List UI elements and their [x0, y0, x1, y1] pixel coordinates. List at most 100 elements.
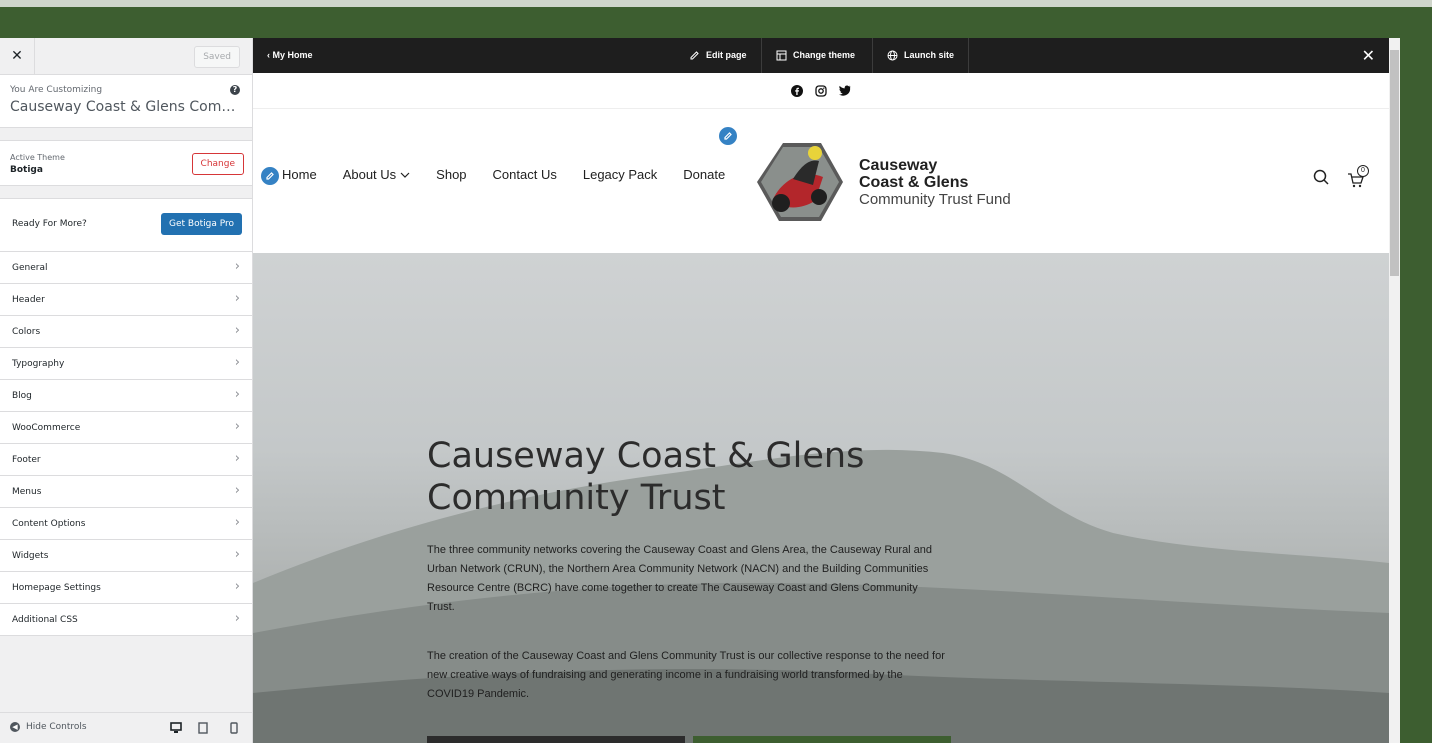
nav-home[interactable]: Home — [282, 167, 317, 182]
hero-primary-button[interactable] — [427, 736, 685, 743]
nav-about-us-label: About Us — [342, 167, 397, 182]
hero-title: Causeway Coast & Glens Community Trust — [427, 435, 864, 519]
section-typography[interactable]: Typography › — [0, 348, 252, 380]
section-label: Blog — [12, 391, 32, 401]
tablet-preview-icon[interactable] — [197, 721, 209, 735]
twitter-icon[interactable] — [839, 85, 851, 96]
chevron-right-icon: › — [234, 259, 240, 274]
chevron-right-icon: › — [234, 387, 240, 402]
section-content-options[interactable]: Content Options › — [0, 508, 252, 540]
site-header: Home About Us Shop Contact Us Legacy Pac… — [253, 109, 1389, 254]
launch-site-button[interactable]: Launch site — [872, 38, 970, 73]
preview-scrollbar[interactable] — [1389, 38, 1400, 743]
section-label: Homepage Settings — [12, 583, 101, 593]
active-theme-panel: Active Theme Botiga Change — [0, 140, 252, 186]
section-label: Menus — [12, 487, 42, 497]
globe-icon — [887, 50, 898, 61]
hero-section: Causeway Coast & Glens Community Trust T… — [253, 253, 1389, 743]
edit-page-button[interactable]: Edit page — [675, 38, 761, 73]
hide-controls-button[interactable]: ◀ Hide Controls — [10, 722, 87, 732]
sidebar-footer: ◀ Hide Controls — [0, 712, 252, 743]
desktop-preview-icon[interactable] — [170, 721, 182, 735]
ready-label: Ready For More? — [12, 219, 87, 229]
collapse-arrow-icon: ◀ — [10, 722, 20, 732]
chevron-right-icon: › — [234, 451, 240, 466]
chevron-right-icon: › — [234, 611, 240, 626]
close-preview-icon[interactable]: ✕ — [1362, 46, 1375, 66]
chevron-right-icon: › — [234, 323, 240, 338]
search-icon[interactable] — [1313, 169, 1329, 185]
upgrade-panel: Ready For More? Get Botiga Pro — [0, 198, 252, 252]
section-label: General — [12, 263, 48, 273]
change-theme-toolbar-button[interactable]: Change theme — [761, 38, 869, 73]
hero-paragraph-1: The three community networks covering th… — [427, 544, 933, 613]
chevron-right-icon: › — [234, 355, 240, 370]
mobile-preview-icon[interactable] — [228, 721, 240, 735]
chevron-right-icon: › — [234, 483, 240, 498]
hero-secondary-button[interactable] — [693, 736, 951, 743]
cart-count-badge: 0 — [1357, 165, 1369, 177]
preview-toolbar: ‹ My Home Edit page Change theme Launch … — [253, 38, 1389, 73]
close-customizer-icon[interactable]: ✕ — [0, 38, 35, 74]
brand-line3: Community Trust Fund — [859, 191, 1011, 208]
section-homepage-settings[interactable]: Homepage Settings › — [0, 572, 252, 604]
section-header[interactable]: Header › — [0, 284, 252, 316]
chevron-right-icon: › — [234, 419, 240, 434]
site-preview: ‹ My Home Edit page Change theme Launch … — [253, 38, 1389, 743]
section-label: Colors — [12, 327, 41, 337]
facebook-icon[interactable] — [791, 84, 803, 97]
section-footer[interactable]: Footer › — [0, 444, 252, 476]
nav-shop[interactable]: Shop — [436, 167, 466, 182]
customizer-sidebar: ✕ Saved You Are Customizing ? Causeway C… — [0, 38, 253, 743]
main-navigation: Home About Us Shop Contact Us Legacy Pac… — [282, 167, 725, 182]
site-title: Causeway Coast & Glens Communit... — [10, 99, 242, 115]
help-icon[interactable]: ? — [230, 85, 240, 95]
saved-button[interactable]: Saved — [194, 46, 240, 68]
section-label: Footer — [12, 455, 41, 465]
instagram-icon[interactable] — [815, 84, 827, 97]
nav-about-us[interactable]: About Us — [343, 167, 410, 182]
sidebar-header: ✕ Saved — [0, 38, 252, 75]
section-label: Additional CSS — [12, 615, 78, 625]
chevron-right-icon: › — [234, 547, 240, 562]
chevron-right-icon: › — [234, 515, 240, 530]
section-blog[interactable]: Blog › — [0, 380, 252, 412]
site-brand[interactable]: Causeway Coast & Glens Community Trust F… — [859, 157, 1011, 208]
cart-button[interactable]: 0 — [1347, 165, 1369, 188]
site-logo[interactable] — [753, 139, 847, 225]
nav-legacy-pack[interactable]: Legacy Pack — [583, 167, 657, 182]
brand-line2: Coast & Glens — [859, 174, 969, 191]
layout-icon — [776, 50, 787, 61]
section-general[interactable]: General › — [0, 252, 252, 284]
nav-contact-us[interactable]: Contact Us — [493, 167, 557, 182]
chevron-right-icon: › — [234, 579, 240, 594]
get-pro-button[interactable]: Get Botiga Pro — [161, 213, 242, 235]
section-colors[interactable]: Colors › — [0, 316, 252, 348]
edit-logo-pencil-icon[interactable] — [717, 125, 739, 147]
customizing-info: You Are Customizing ? Causeway Coast & G… — [0, 75, 252, 128]
chevron-down-icon — [400, 172, 410, 178]
section-woocommerce[interactable]: WooCommerce › — [0, 412, 252, 444]
section-menus[interactable]: Menus › — [0, 476, 252, 508]
hero-title-line2: Community Trust — [427, 478, 726, 518]
edit-shortcut-pencil-icon[interactable] — [259, 165, 281, 187]
active-theme-label: Active Theme — [10, 153, 65, 162]
section-widgets[interactable]: Widgets › — [0, 540, 252, 572]
change-theme-button[interactable]: Change — [191, 153, 244, 175]
section-label: Content Options — [12, 519, 86, 529]
section-additional-css[interactable]: Additional CSS › — [0, 604, 252, 636]
active-theme-name: Botiga — [10, 165, 43, 175]
back-to-home-link[interactable]: ‹ My Home — [267, 50, 313, 60]
section-label: Typography — [12, 359, 65, 369]
edit-page-label: Edit page — [706, 50, 747, 60]
hero-title-line1: Causeway Coast & Glens — [427, 436, 865, 476]
nav-donate[interactable]: Donate — [683, 167, 725, 182]
hero-paragraph-2: The creation of the Causeway Coast and G… — [427, 650, 945, 700]
header-icons: 0 — [1313, 165, 1369, 188]
scrollbar-thumb[interactable] — [1390, 50, 1399, 276]
social-bar — [253, 73, 1389, 109]
section-label: Widgets — [12, 551, 49, 561]
top-frame-stripe — [0, 0, 1432, 7]
back-label: My Home — [272, 50, 313, 60]
brand-line1: Causeway — [859, 157, 938, 174]
